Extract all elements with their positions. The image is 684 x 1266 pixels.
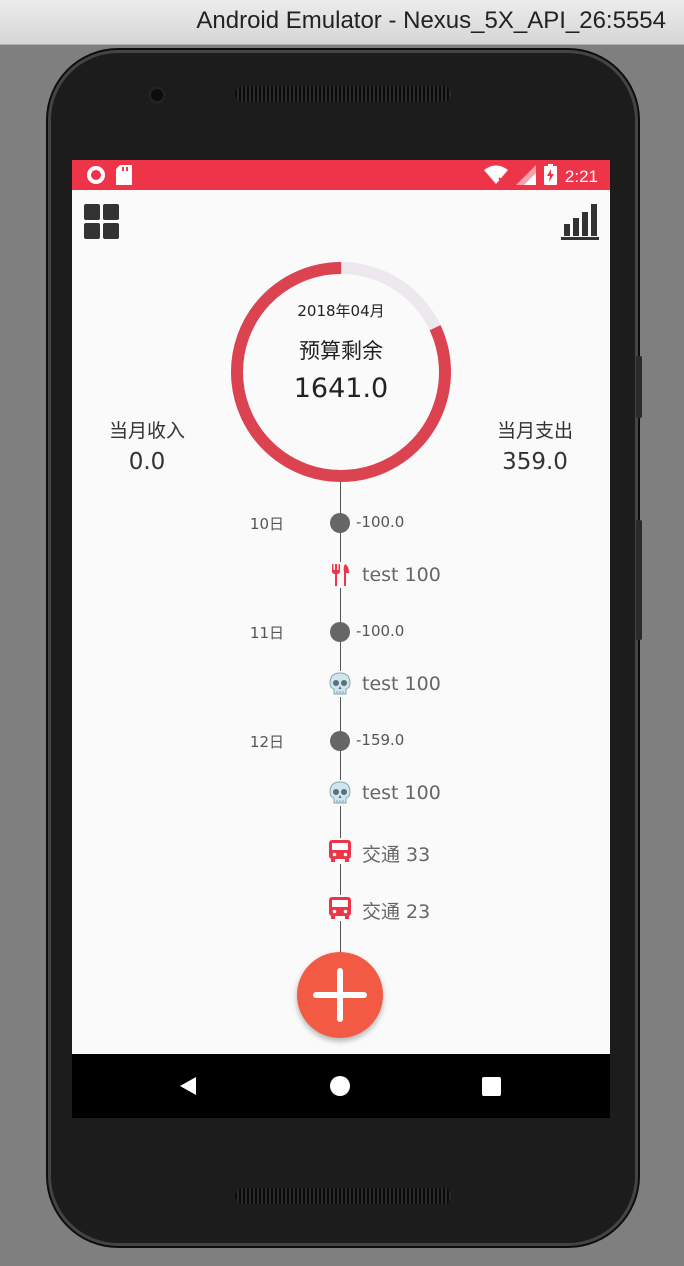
day-dot: [330, 731, 350, 751]
fork-knife-icon: [327, 562, 353, 588]
grid-menu-button[interactable]: [84, 204, 120, 244]
income-label: 当月收入: [108, 420, 185, 442]
timeline-day-11: 11日 -100.0: [72, 621, 610, 645]
app-screen: 2:21 2018年04月 预算剩余 1641.0 当月收入 0.0 当月支出 …: [72, 160, 610, 1118]
income-value: 0.0: [128, 449, 166, 475]
timeline-line: [340, 482, 341, 952]
back-icon[interactable]: [178, 1076, 198, 1100]
expense-stat: 当月支出 359.0: [470, 416, 600, 475]
day-dot: [330, 622, 350, 642]
power-button[interactable]: [636, 356, 642, 418]
day-label: 11日: [249, 624, 284, 642]
bus-icon: [327, 838, 353, 864]
volume-button[interactable]: [636, 520, 642, 640]
recents-icon[interactable]: [482, 1077, 501, 1100]
emulator-title-bar: Android Emulator - Nexus_5X_API_26:5554: [0, 0, 684, 45]
budget-summary: 2018年04月 预算剩余 1641.0: [255, 300, 427, 404]
navigation-bar: [72, 1054, 610, 1118]
day-amount: -159.0: [356, 731, 405, 749]
grid-icon: [84, 204, 120, 244]
timeline-item[interactable]: test 100: [72, 562, 610, 590]
timeline-item[interactable]: 交通 23: [72, 895, 610, 923]
front-camera: [148, 86, 166, 104]
bar-chart-icon: [561, 204, 599, 244]
statistics-button[interactable]: [561, 204, 599, 244]
top-speaker: [235, 86, 451, 102]
battery-icon: [543, 164, 557, 190]
item-text: test 100: [362, 673, 441, 695]
sd-card-icon: [116, 165, 132, 189]
budget-value: 1641.0: [293, 373, 389, 404]
window-title: Android Emulator - Nexus_5X_API_26:5554: [196, 7, 666, 34]
item-text: 交通 23: [362, 901, 431, 923]
day-amount: -100.0: [356, 513, 405, 531]
timeline-item[interactable]: test 100: [72, 671, 610, 699]
status-bar: 2:21: [72, 160, 610, 190]
item-text: 交通 33: [362, 844, 431, 866]
timeline-item[interactable]: 交通 33: [72, 838, 610, 866]
record-icon: [86, 165, 106, 189]
skull-icon: [327, 780, 353, 806]
expense-value: 359.0: [502, 449, 568, 475]
day-amount: -100.0: [356, 622, 405, 640]
timeline-day-12: 12日 -159.0: [72, 730, 610, 754]
income-stat: 当月收入 0.0: [82, 416, 212, 475]
day-label: 10日: [249, 515, 284, 533]
day-dot: [330, 513, 350, 533]
wifi-icon: [483, 165, 508, 190]
bottom-speaker: [235, 1188, 451, 1204]
bus-icon: [327, 895, 353, 921]
item-text: test 100: [362, 564, 441, 586]
home-icon[interactable]: [329, 1075, 351, 1101]
expense-label: 当月支出: [496, 420, 573, 442]
budget-label: 预算剩余: [299, 339, 383, 363]
add-record-button[interactable]: [297, 952, 383, 1038]
day-label: 12日: [249, 733, 284, 751]
item-text: test 100: [362, 782, 441, 804]
budget-month: 2018年04月: [297, 302, 385, 320]
status-time: 2:21: [564, 167, 598, 186]
timeline-item[interactable]: test 100: [72, 780, 610, 808]
timeline-day-10: 10日 -100.0: [72, 512, 610, 536]
signal-icon: [515, 164, 536, 190]
skull-icon: [327, 671, 353, 697]
